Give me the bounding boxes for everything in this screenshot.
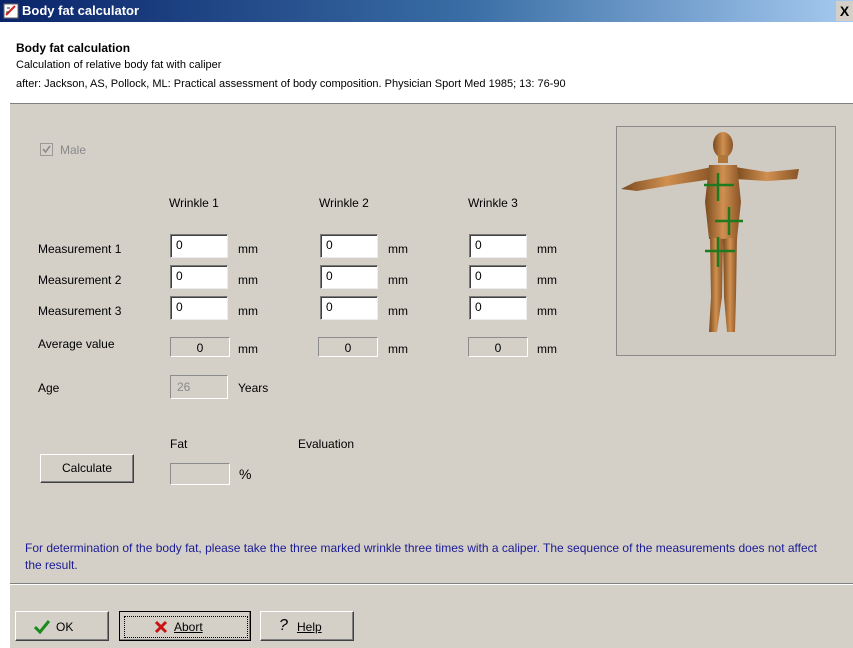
abort-button[interactable]: Abort bbox=[119, 611, 251, 641]
close-button[interactable]: X bbox=[836, 1, 853, 21]
unit-label: mm bbox=[537, 273, 557, 287]
unit-label: mm bbox=[388, 242, 408, 256]
fat-label: Fat bbox=[170, 437, 188, 451]
calculator-app-icon bbox=[3, 3, 19, 19]
evaluation-label: Evaluation bbox=[298, 437, 355, 451]
column-header-wrinkle-2: Wrinkle 2 bbox=[319, 196, 369, 210]
age-label: Age bbox=[38, 381, 60, 395]
measurement-1-wrinkle-1-input[interactable]: 0 bbox=[170, 234, 228, 258]
checkmark-icon bbox=[42, 145, 51, 154]
row-label-measurement-3: Measurement 3 bbox=[38, 304, 122, 318]
row-label-measurement-1: Measurement 1 bbox=[38, 242, 122, 256]
unit-label: mm bbox=[388, 304, 408, 318]
window-title: Body fat calculator bbox=[22, 3, 140, 18]
measurement-3-wrinkle-3-input[interactable]: 0 bbox=[469, 296, 527, 320]
unit-label: mm bbox=[537, 304, 557, 318]
unit-label: mm bbox=[238, 242, 258, 256]
header-title: Body fat calculation bbox=[16, 41, 131, 55]
panel-top-border bbox=[10, 103, 853, 104]
measurement-2-wrinkle-2-input[interactable]: 0 bbox=[320, 265, 378, 289]
title-bar: Body fat calculator X bbox=[0, 0, 853, 22]
abort-button-label: Abort bbox=[174, 620, 203, 634]
help-button-label: Help bbox=[297, 620, 322, 634]
header-subtitle: Calculation of relative body fat with ca… bbox=[16, 59, 222, 71]
fat-result-field bbox=[170, 463, 230, 485]
instruction-text: For determination of the body fat, pleas… bbox=[25, 541, 817, 572]
unit-label: mm bbox=[238, 304, 258, 318]
unit-label: mm bbox=[238, 342, 258, 356]
measurement-3-wrinkle-2-input[interactable]: 0 bbox=[320, 296, 378, 320]
help-button[interactable]: ? Help bbox=[260, 611, 354, 641]
unit-label: mm bbox=[537, 242, 557, 256]
unit-label: mm bbox=[537, 342, 557, 356]
button-bar-divider-highlight bbox=[10, 584, 853, 585]
average-wrinkle-2: 0 bbox=[318, 337, 378, 357]
x-cross-icon bbox=[154, 620, 168, 634]
age-unit-label: Years bbox=[238, 381, 269, 395]
unit-label: mm bbox=[238, 273, 258, 287]
unit-label: mm bbox=[388, 342, 408, 356]
calculate-button-label: Calculate bbox=[61, 461, 113, 475]
average-wrinkle-3: 0 bbox=[468, 337, 528, 357]
measurement-1-wrinkle-3-input[interactable]: 0 bbox=[469, 234, 527, 258]
percent-unit-label: % bbox=[239, 466, 252, 482]
average-value-label: Average value bbox=[38, 337, 115, 351]
age-field[interactable]: 26 bbox=[170, 375, 228, 399]
ok-button-label: OK bbox=[56, 620, 74, 634]
row-label-measurement-2: Measurement 2 bbox=[38, 273, 122, 287]
close-icon: X bbox=[839, 3, 850, 19]
ok-button[interactable]: OK bbox=[15, 611, 109, 641]
measurement-2-wrinkle-3-input[interactable]: 0 bbox=[469, 265, 527, 289]
body-figure-panel bbox=[616, 126, 836, 356]
calculate-button[interactable]: Calculate bbox=[40, 454, 134, 483]
male-label: Male bbox=[60, 143, 87, 157]
average-wrinkle-1: 0 bbox=[170, 337, 230, 357]
question-mark-icon: ? bbox=[279, 617, 288, 634]
measurement-1-wrinkle-2-input[interactable]: 0 bbox=[320, 234, 378, 258]
column-header-wrinkle-1: Wrinkle 1 bbox=[169, 196, 219, 210]
measurement-3-wrinkle-1-input[interactable]: 0 bbox=[170, 296, 228, 320]
unit-label: mm bbox=[388, 273, 408, 287]
checkmark-icon bbox=[34, 620, 50, 634]
measurement-2-wrinkle-1-input[interactable]: 0 bbox=[170, 265, 228, 289]
human-body-figure-image bbox=[621, 132, 799, 332]
header-reference: after: Jackson, AS, Pollock, ML: Practic… bbox=[16, 78, 566, 90]
male-checkbox[interactable] bbox=[40, 143, 53, 156]
column-header-wrinkle-3: Wrinkle 3 bbox=[468, 196, 518, 210]
